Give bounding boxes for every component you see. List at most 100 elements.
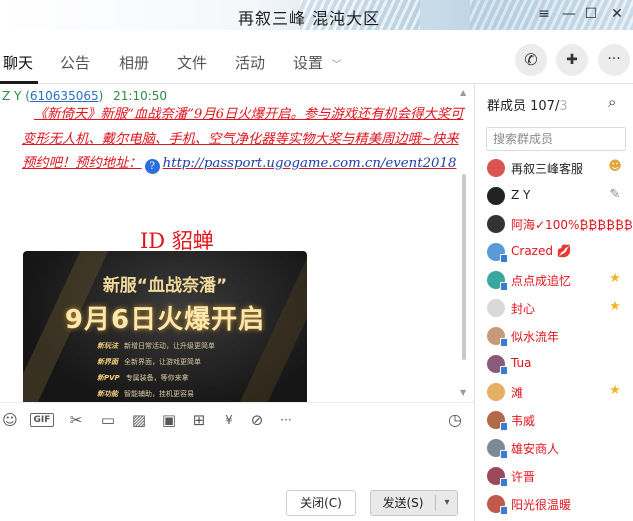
promo-banner-image[interactable]: 新服“血战奈潘” 9月6日火爆开启 新玩法 新增日常活动，让升级更简单 新界面 全新… (23, 251, 307, 402)
tab-settings[interactable]: 设置 ﹀ (293, 52, 342, 73)
uid-close: ) (98, 89, 104, 103)
banner-feature-row: 新玩法 新增日常活动，让升级更简单 (97, 341, 215, 351)
banner-feature-tag: 新功能 (97, 390, 118, 398)
call-button[interactable]: ✆ (515, 44, 547, 76)
device-status-icon (500, 422, 508, 431)
member-item[interactable]: 封心 ★ (475, 294, 633, 322)
send-divider (435, 495, 436, 511)
sender-name[interactable]: Z Y (2, 89, 21, 103)
input-toolbar: ☺ GIF ✂ ▭ ▨ ▣ ⊞ ¥ ⊘ ··· ◷ (0, 402, 474, 438)
member-item[interactable]: Crazed 💋 (475, 238, 633, 266)
tab-activity[interactable]: 活动 (235, 52, 265, 73)
message-link[interactable]: http://passport.ugogame.com.cn/event2018 (163, 156, 457, 171)
image-icon[interactable]: ▨ (129, 410, 149, 430)
member-item[interactable]: 韦威 (475, 406, 633, 434)
scroll-down-arrow[interactable]: ▼ (460, 388, 466, 397)
banner-feature-tag: 新玩法 (97, 342, 118, 350)
avatar[interactable] (487, 159, 505, 177)
member-name: 阿海✓100%₿₿₿₿₿₿₿₿₿ (511, 218, 633, 232)
history-clock-icon[interactable]: ◷ (445, 410, 465, 430)
device-status-icon (500, 506, 508, 515)
member-item[interactable]: 雄安商人 (475, 434, 633, 462)
menu-icon[interactable]: ≡ (533, 3, 555, 25)
member-name: Tua (511, 356, 532, 370)
banner-feature-desc: 智能辅助，挂机更容易 (124, 390, 194, 398)
message-time: 21:10:50 (113, 89, 168, 103)
emoji-icon[interactable]: ☺ (0, 410, 20, 430)
star-icon: ★ (609, 299, 621, 314)
banner-feature-tag: 新界面 (97, 358, 118, 366)
tab-album[interactable]: 相册 (119, 52, 149, 73)
member-item[interactable]: 似水流年 (475, 322, 633, 350)
member-item[interactable]: Tua (475, 350, 633, 378)
owner-face-icon: ☻ (608, 159, 622, 174)
close-chat-button[interactable]: 关闭(C) (286, 490, 356, 516)
gift-icon[interactable]: ⊞ (189, 410, 209, 430)
banner-headline: 新服“血战奈潘” (102, 276, 228, 296)
add-app-button[interactable]: ✚ (556, 44, 588, 76)
member-item[interactable]: 滩 ★ (475, 378, 633, 406)
tab-files[interactable]: 文件 (177, 52, 207, 73)
more-icon[interactable]: ··· (276, 410, 296, 430)
member-item[interactable]: Z Y ✎ (475, 182, 633, 210)
scissors-icon[interactable]: ✂ (66, 410, 86, 430)
member-name: 许晋 (511, 470, 536, 484)
minimize-button[interactable]: — (558, 3, 580, 25)
window-title: 再叙三峰 混沌大区 (238, 9, 381, 28)
avatar[interactable] (487, 215, 505, 233)
banner-feature-row: 新PVP 专属装备，等你来拿 (97, 373, 189, 383)
sender-uid[interactable]: 610635065 (30, 89, 99, 103)
group-chat-window: 再叙三峰 混沌大区 ≡ — ☐ ✕ 聊天 公告 相册 文件 活动 设置 ﹀ ✆ … (0, 0, 633, 521)
member-name: 雄安商人 (511, 442, 560, 456)
tab-chat[interactable]: 聊天 (3, 52, 33, 73)
tab-settings-label: 设置 (293, 54, 324, 72)
banner-feature-tag: 新PVP (97, 374, 120, 382)
avatar[interactable] (487, 187, 505, 205)
more-icon: ··· (607, 51, 621, 67)
star-icon: ★ (609, 383, 621, 398)
member-name: 似水流年 (511, 330, 560, 344)
member-name: Crazed 💋 (511, 244, 572, 258)
device-status-icon (500, 254, 508, 263)
avatar[interactable] (487, 299, 505, 317)
member-search-input[interactable] (486, 127, 626, 151)
more-menu-button[interactable]: ··· (598, 44, 630, 76)
banner-feature-row: 新界面 全新界面，让游戏更简单 (97, 357, 201, 367)
member-item[interactable]: 再叙三峰客服 ☻ (475, 154, 633, 182)
maximize-button[interactable]: ☐ (580, 3, 602, 25)
member-panel: 群成员 107/3 ⌕ 再叙三峰客服 ☻ Z Y ✎ 阿海✓100%₿₿₿₿₿₿₿₿₿ C… (474, 84, 633, 521)
device-status-icon (500, 478, 508, 487)
member-item[interactable]: 点点成追忆 ★ (475, 266, 633, 294)
tab-announcement[interactable]: 公告 (60, 52, 90, 73)
video-icon[interactable]: ▣ (159, 410, 179, 430)
member-name: 点点成追忆 (511, 274, 572, 288)
banner-feature-desc: 专属装备，等你来拿 (125, 374, 189, 382)
close-window-button[interactable]: ✕ (606, 3, 628, 25)
search-icon[interactable]: ⌕ (608, 93, 616, 111)
member-item[interactable]: 阿海✓100%₿₿₿₿₿₿₿₿₿ (475, 210, 633, 238)
scroll-up-arrow[interactable]: ▲ (460, 88, 466, 97)
chat-history[interactable]: Z Y (610635065) 21:10:50 《新倚天》新服“血战奈潘”9月… (0, 84, 474, 402)
member-count-title: 群成员 107/3 (487, 95, 568, 114)
member-name: 韦威 (511, 414, 536, 428)
device-status-icon (500, 450, 508, 459)
member-item[interactable]: 阳光很温暖 (475, 490, 633, 518)
chevron-down-icon: ﹀ (331, 60, 342, 71)
link-safety-icon: ? (144, 159, 160, 174)
send-button[interactable]: 发送(S) ▾ (370, 490, 458, 516)
send-label: 发送(S) (382, 496, 424, 510)
chat-scrollbar[interactable] (462, 174, 466, 360)
device-status-icon (500, 338, 508, 347)
avatar[interactable] (487, 383, 505, 401)
member-name: Z Y (511, 188, 531, 202)
add-app-icon: ✚ (566, 52, 578, 68)
member-name: 阳光很温暖 (511, 498, 572, 512)
phone-icon: ✆ (524, 50, 538, 69)
title-bar[interactable]: 再叙三峰 混沌大区 ≡ — ☐ ✕ (0, 0, 633, 30)
send-options-dropdown[interactable]: ▾ (437, 491, 457, 515)
gif-icon[interactable]: GIF (30, 413, 54, 427)
red-packet-icon[interactable]: ¥ (219, 410, 239, 430)
shake-icon[interactable]: ⊘ (247, 410, 267, 430)
member-item[interactable]: 许晋 (475, 462, 633, 490)
folder-icon[interactable]: ▭ (98, 410, 118, 430)
